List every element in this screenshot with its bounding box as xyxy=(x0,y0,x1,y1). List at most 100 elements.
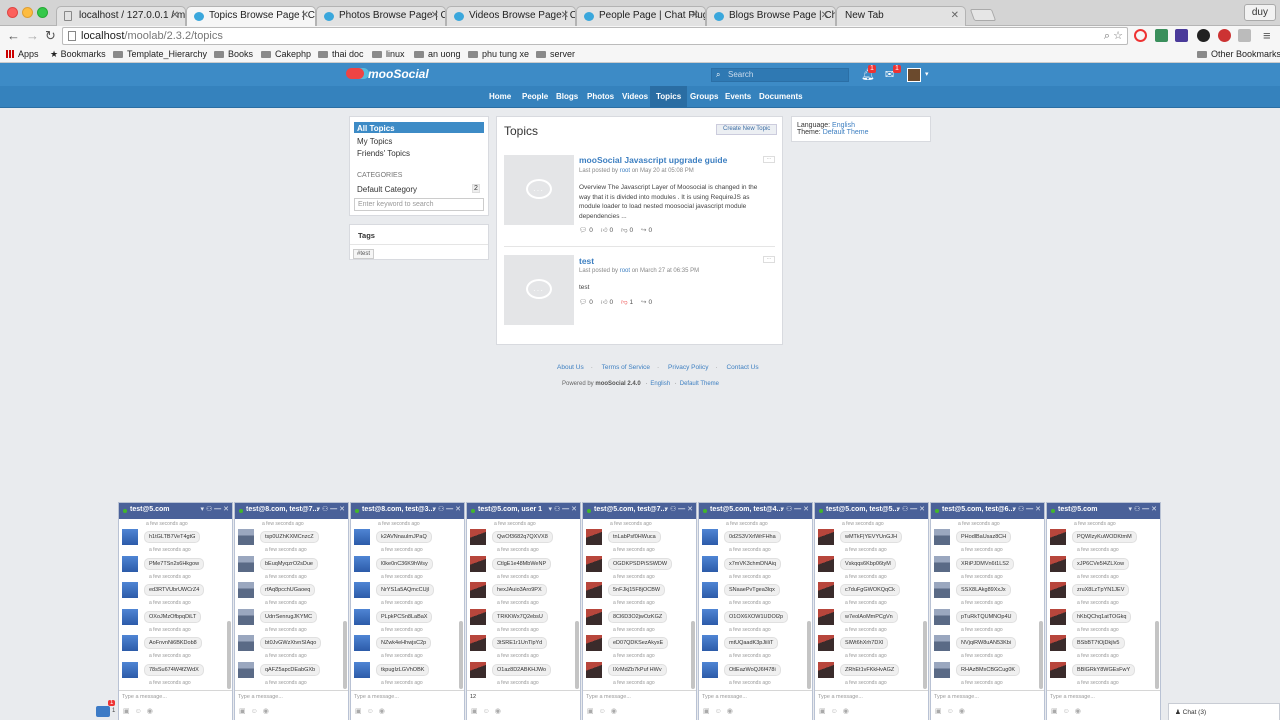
avatar[interactable] xyxy=(586,529,602,545)
emoji-icon[interactable]: ☺ xyxy=(1063,708,1075,715)
avatar[interactable] xyxy=(238,661,254,678)
nav-item-home[interactable]: Home xyxy=(483,86,517,108)
avatar[interactable] xyxy=(122,608,138,625)
sticker-icon[interactable]: ◉ xyxy=(611,708,622,715)
chat-window[interactable]: test@5.com, user 1 ▾ ⚇ — ✕ a few seconds a… xyxy=(466,502,581,720)
avatar[interactable] xyxy=(1050,608,1066,625)
sticker-icon[interactable]: ◉ xyxy=(843,708,854,715)
chat-scrollbar[interactable] xyxy=(459,621,463,689)
avatar[interactable] xyxy=(702,582,718,598)
avatar[interactable] xyxy=(818,582,834,598)
avatar[interactable] xyxy=(122,635,138,651)
nav-item-videos[interactable]: Videos xyxy=(616,86,654,108)
bookmark-folder[interactable]: thai doc xyxy=(318,49,364,59)
topic-options-button[interactable]: ··· xyxy=(763,156,775,163)
avatar[interactable] xyxy=(470,661,486,678)
chat-messages[interactable]: a few seconds ago k2AVNnauImJPaQ a few sec… xyxy=(351,519,464,690)
footer-link-about[interactable]: About Us xyxy=(557,364,584,371)
avatar[interactable] xyxy=(818,555,834,572)
chat-scrollbar[interactable] xyxy=(1039,621,1043,689)
chat-window-controls[interactable]: ▾ ⚇ — ✕ xyxy=(549,505,578,513)
chat-message-input[interactable]: Type a message... xyxy=(815,690,928,703)
chat-messages[interactable]: a few seconds ago tsp0UZhKXMCnzcZ a few se… xyxy=(235,519,348,690)
avatar[interactable] xyxy=(1050,661,1066,678)
sidebar-item-my-topics[interactable]: My Topics xyxy=(357,137,392,146)
nav-item-events[interactable]: Events xyxy=(719,86,757,108)
avatar[interactable] xyxy=(470,582,486,598)
avatar[interactable] xyxy=(470,555,486,572)
close-icon[interactable]: ✕ xyxy=(691,10,699,21)
bookmark-folder[interactable]: linux xyxy=(372,49,405,59)
chat-scrollbar[interactable] xyxy=(691,621,695,689)
chat-window[interactable]: test@5.com, test@5... ▾ ⚇ — ✕ a few second… xyxy=(814,502,929,720)
avatar[interactable] xyxy=(702,608,718,625)
nav-item-photos[interactable]: Photos xyxy=(581,86,620,108)
chat-window-controls[interactable]: ▾ ⚇ — ✕ xyxy=(317,505,346,513)
sticker-icon[interactable]: ◉ xyxy=(1075,708,1086,715)
footer-link-terms[interactable]: Terms of Service xyxy=(602,364,650,371)
browser-tab[interactable]: Photos Browse Page | Chat ✕ xyxy=(316,6,446,26)
emoji-icon[interactable]: ☺ xyxy=(715,708,727,715)
chat-message-input[interactable]: Type a message... xyxy=(931,690,1044,703)
user-avatar[interactable] xyxy=(907,68,921,82)
chat-window-header[interactable]: test@5.com, test@5... ▾ ⚇ — ✕ xyxy=(815,503,928,519)
chat-scrollbar[interactable] xyxy=(1155,621,1159,689)
search-icon[interactable]: ⌕ ☆ xyxy=(1104,29,1123,43)
chat-window-controls[interactable]: ▾ ⚇ — ✕ xyxy=(897,505,926,513)
bookmark-folder[interactable]: server xyxy=(536,49,575,59)
avatar[interactable] xyxy=(354,529,370,545)
avatar[interactable] xyxy=(470,635,486,651)
chat-window-header[interactable]: test@5.com, test@6... ▾ ⚇ — ✕ xyxy=(931,503,1044,519)
dislike-icon[interactable]: 👎︎ xyxy=(621,299,628,306)
sticker-icon[interactable]: ◉ xyxy=(727,708,738,715)
chat-window-header[interactable]: test@5.com, user 1 ▾ ⚇ — ✕ xyxy=(467,503,580,519)
chat-message-input[interactable]: Type a message... xyxy=(119,690,232,703)
like-icon[interactable]: 👍︎ xyxy=(601,227,608,234)
camera-icon[interactable]: ▣ xyxy=(819,708,831,715)
extension-icon[interactable] xyxy=(1197,29,1210,42)
chat-window[interactable]: test@8.com, test@7... ▾ ⚇ — ✕ a few second… xyxy=(234,502,349,720)
menu-icon[interactable]: ≡ xyxy=(1263,28,1271,43)
avatar[interactable] xyxy=(1050,635,1066,651)
avatar[interactable] xyxy=(934,661,950,678)
chat-message-input[interactable]: Type a message... xyxy=(583,690,696,703)
create-topic-button[interactable]: Create New Topic xyxy=(716,124,778,135)
bookmark-folder[interactable]: Cakephp xyxy=(261,49,311,59)
chat-window-header[interactable]: test@5.com ▾ ⚇ — ✕ xyxy=(1047,503,1160,519)
topic-title-link[interactable]: mooSocial Javascript upgrade guide xyxy=(579,155,727,165)
sidebar-item-all-topics[interactable]: All Topics xyxy=(354,122,484,133)
extension-icon[interactable] xyxy=(1238,29,1251,42)
keyword-search-input[interactable]: Enter keyword to search xyxy=(354,198,484,211)
chat-window-header[interactable]: test@8.com, test@3... ▾ ⚇ — ✕ xyxy=(351,503,464,519)
chat-window[interactable]: test@5.com ▾ ⚇ — ✕ a few seconds ago h1tGLT… xyxy=(118,502,233,720)
nav-item-topics[interactable]: Topics xyxy=(650,86,688,108)
avatar[interactable] xyxy=(238,529,254,545)
avatar[interactable] xyxy=(238,608,254,625)
share-icon[interactable]: ↪ xyxy=(641,299,646,306)
avatar[interactable] xyxy=(702,555,718,572)
new-tab-button[interactable] xyxy=(969,9,997,21)
theme-link[interactable]: Default Theme xyxy=(823,129,869,136)
avatar[interactable] xyxy=(586,582,602,598)
avatar[interactable] xyxy=(1050,529,1066,545)
avatar[interactable] xyxy=(354,555,370,572)
topic-thumbnail[interactable]: ··· xyxy=(504,155,574,225)
author-link[interactable]: root xyxy=(620,168,630,174)
avatar[interactable] xyxy=(586,608,602,625)
avatar[interactable] xyxy=(818,608,834,625)
opera-icon[interactable] xyxy=(1134,29,1147,42)
browser-tab[interactable]: localhost / 127.0.0.1 / mo ✕ xyxy=(56,6,186,26)
close-icon[interactable]: ✕ xyxy=(431,10,439,21)
close-icon[interactable]: ✕ xyxy=(561,10,569,21)
topic-title-link[interactable]: test xyxy=(579,256,594,266)
avatar[interactable] xyxy=(586,661,602,678)
footer-language-link[interactable]: English xyxy=(650,381,670,387)
minimize-window-button[interactable] xyxy=(22,7,33,18)
author-link[interactable]: root xyxy=(620,268,630,274)
sticker-icon[interactable]: ◉ xyxy=(379,708,390,715)
avatar[interactable] xyxy=(470,608,486,625)
avatar[interactable] xyxy=(586,555,602,572)
close-window-button[interactable] xyxy=(7,7,18,18)
avatar[interactable] xyxy=(354,608,370,625)
camera-icon[interactable]: ▣ xyxy=(587,708,599,715)
